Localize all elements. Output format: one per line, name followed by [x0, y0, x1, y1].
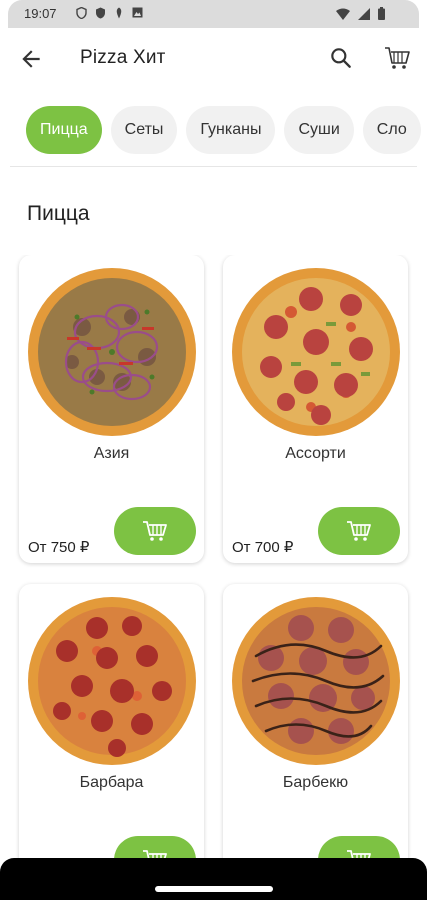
cart-icon — [347, 850, 371, 858]
location-icon — [116, 7, 122, 19]
battery-icon — [378, 7, 385, 20]
product-price: От 700 ₽ — [232, 539, 294, 556]
home-gesture-pill[interactable] — [155, 886, 273, 892]
product-card[interactable]: Ассорти От 700 ₽ — [223, 255, 408, 563]
page-title: Pizza Хит — [80, 47, 166, 68]
add-to-cart-button[interactable] — [114, 836, 196, 858]
signal-icon — [358, 7, 370, 20]
product-card[interactable]: Барбекю — [223, 584, 408, 858]
product-name: Барбекю — [282, 774, 349, 791]
product-card[interactable]: Азия От 750 ₽ — [19, 255, 204, 563]
pizza-image — [28, 268, 196, 436]
chip-sets[interactable]: Сеты — [110, 106, 178, 154]
pizza-image — [28, 597, 196, 765]
product-grid: Азия От 750 ₽ Ассорти От 700 ₽ Барбара Б… — [0, 255, 427, 858]
cart-icon — [143, 850, 167, 858]
shield-icon — [76, 7, 87, 19]
status-notification-icons — [76, 7, 143, 19]
add-to-cart-button[interactable] — [318, 836, 400, 858]
status-bar: 19:07 — [0, 0, 427, 30]
cart-icon — [347, 521, 371, 541]
category-chips: Пицца Сеты Гунканы Суши Сло — [26, 106, 427, 156]
chip-pizza[interactable]: Пицца — [26, 106, 102, 154]
cart-icon — [143, 521, 167, 541]
search-icon[interactable] — [328, 45, 354, 71]
system-navigation-bar — [0, 858, 427, 900]
product-name: Барбара — [79, 774, 144, 791]
pizza-image — [232, 597, 400, 765]
cart-icon[interactable] — [383, 44, 411, 72]
product-card[interactable]: Барбара — [19, 584, 204, 858]
status-system-icons — [336, 7, 385, 20]
chip-sushi[interactable]: Суши — [284, 106, 354, 154]
product-name: Ассорти — [285, 445, 346, 462]
vpn-icon — [96, 7, 105, 19]
back-arrow-icon[interactable] — [18, 46, 44, 72]
chip-gunkans[interactable]: Гунканы — [186, 106, 276, 154]
product-price: От 750 ₽ — [28, 539, 90, 556]
divider — [10, 166, 417, 167]
status-time: 19:07 — [24, 6, 57, 21]
add-to-cart-button[interactable] — [318, 507, 400, 555]
add-to-cart-button[interactable] — [114, 507, 196, 555]
wifi-icon — [336, 8, 350, 20]
pizza-image — [232, 268, 400, 436]
product-name: Азия — [93, 445, 130, 462]
image-icon — [132, 7, 143, 18]
chip-more[interactable]: Сло — [362, 106, 421, 154]
app-bar: Pizza Хит — [0, 30, 427, 86]
section-title: Пицца — [27, 202, 90, 225]
